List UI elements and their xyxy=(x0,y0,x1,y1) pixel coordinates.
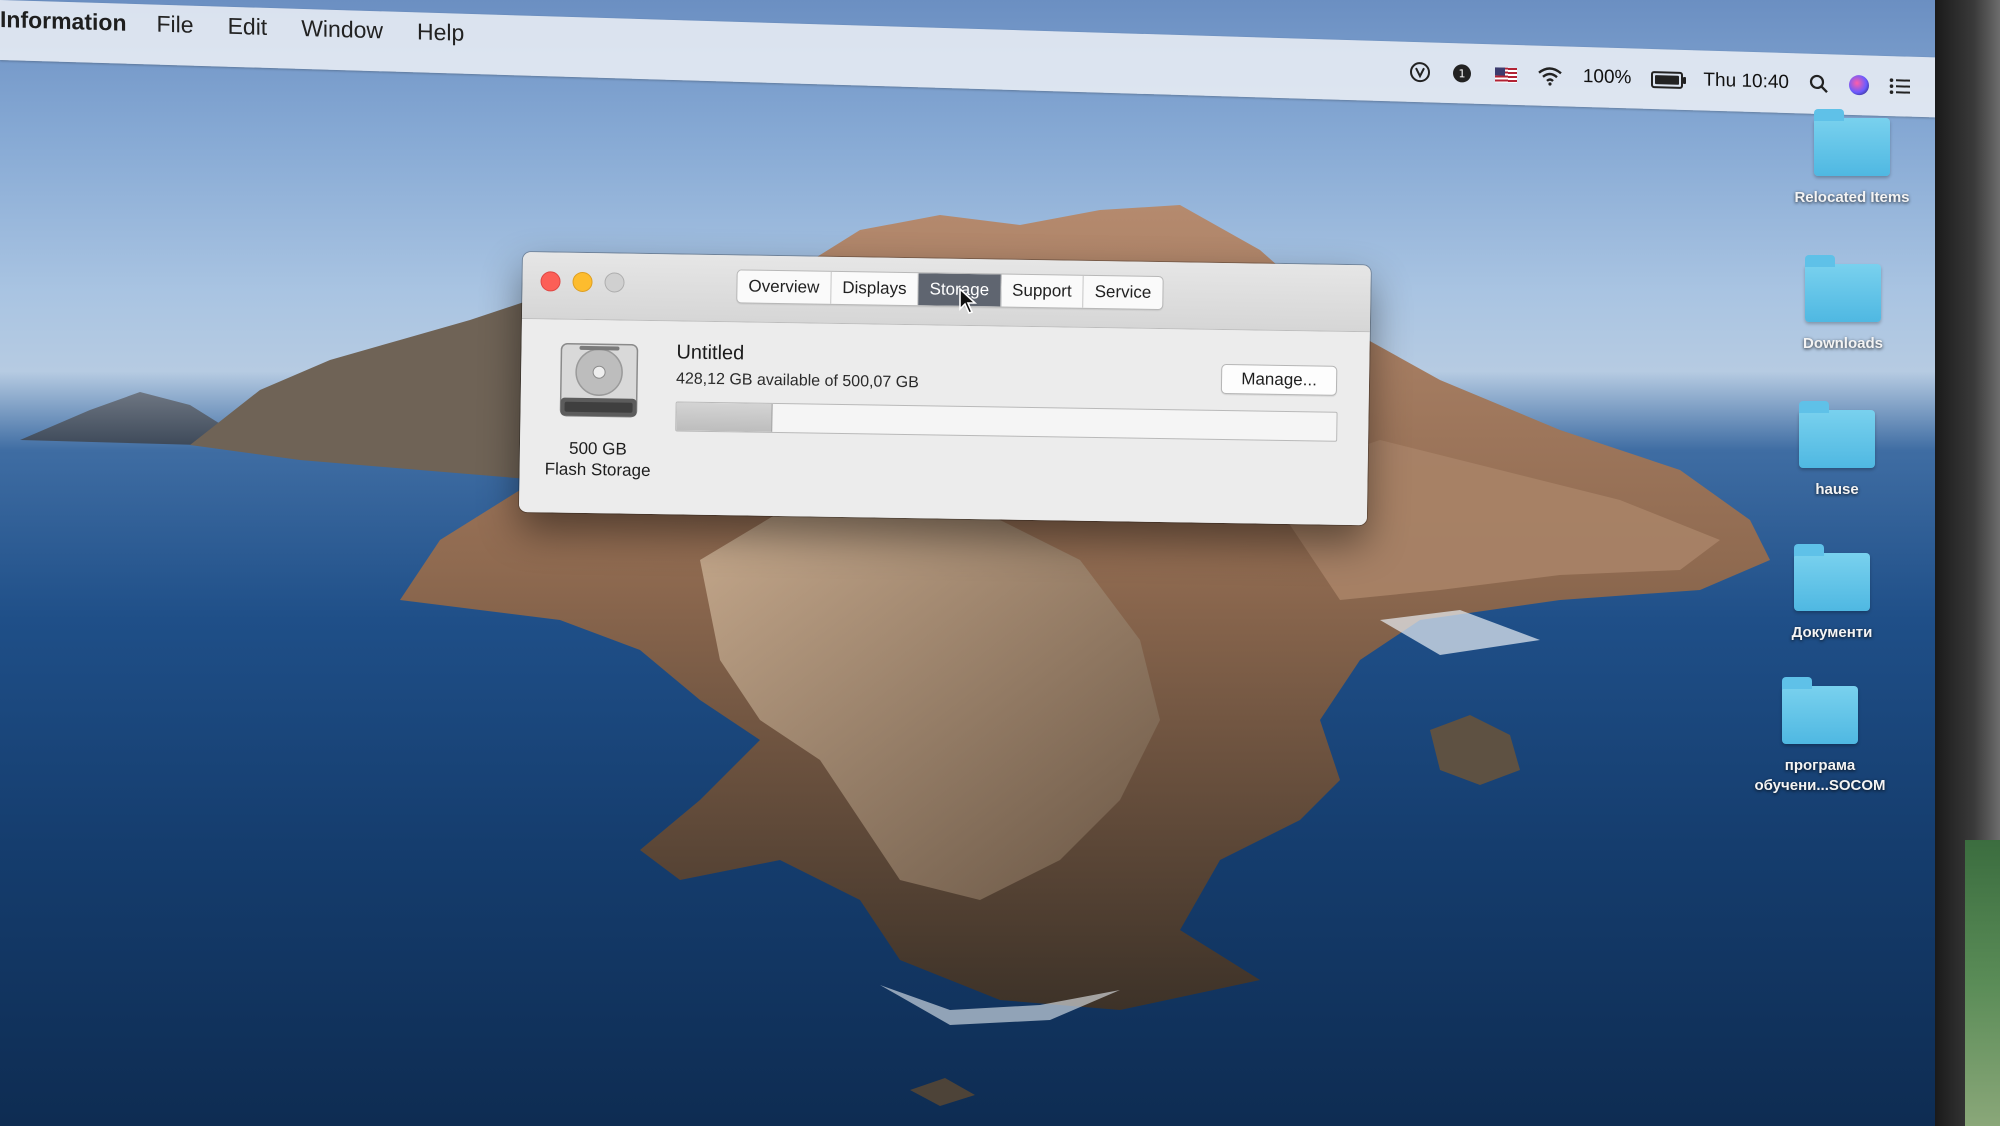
about-window: Overview Displays Storage Support Servic… xyxy=(518,252,1371,526)
menu-edit[interactable]: Edit xyxy=(228,12,268,40)
storage-used-segment xyxy=(676,402,773,432)
close-window-button[interactable] xyxy=(540,271,561,292)
desktop-item-label: Документи xyxy=(1791,624,1873,641)
siri-icon[interactable] xyxy=(1849,74,1869,96)
desktop-item-label: Relocated Items xyxy=(1794,189,1910,206)
zoom-window-button[interactable] xyxy=(604,272,625,293)
menu-clock[interactable]: Thu 10:40 xyxy=(1703,70,1789,95)
us-flag-input-icon[interactable] xyxy=(1494,66,1517,83)
storage-panel: 500 GB Flash Storage Untitled 428,12 GB … xyxy=(518,318,1370,526)
desktop-item-label: hause xyxy=(1815,481,1859,498)
minimize-window-button[interactable] xyxy=(572,271,593,293)
tab-support[interactable]: Support xyxy=(1000,274,1084,308)
folder-icon xyxy=(1805,255,1881,322)
desktop-screen: Information File Edit Window Help 1 100%… xyxy=(0,0,1935,1126)
folder-icon xyxy=(1782,677,1858,744)
spotlight-search-icon[interactable] xyxy=(1809,74,1829,95)
wifi-icon[interactable] xyxy=(1537,66,1563,87)
menu-file[interactable]: File xyxy=(157,10,194,38)
disk-caption: 500 GB Flash Storage xyxy=(527,437,668,481)
desktop-item-label: програма обучени...SOCOM xyxy=(1754,757,1886,794)
battery-icon[interactable] xyxy=(1651,70,1684,89)
notification-center-icon[interactable] xyxy=(1889,77,1911,96)
laptop-bezel xyxy=(1935,0,2000,1126)
disk-type: Flash Storage xyxy=(544,459,651,481)
badge-count: 1 xyxy=(1458,67,1465,80)
notification-badge-icon[interactable]: 1 xyxy=(1451,62,1475,85)
manage-button[interactable]: Manage... xyxy=(1220,363,1338,396)
folder-icon xyxy=(1814,109,1890,176)
vpn-icon[interactable] xyxy=(1409,61,1431,84)
volume-availability: 428,12 GB available of 500,07 GB xyxy=(675,370,919,392)
desktop-item-hause[interactable]: hause xyxy=(1762,401,1912,500)
desktop-item-downloads[interactable]: Downloads xyxy=(1768,255,1918,354)
disk-capacity: 500 GB xyxy=(568,438,627,459)
folder-icon xyxy=(1799,401,1875,468)
desktop-item-relocated-items[interactable]: Relocated Items xyxy=(1777,109,1927,208)
hard-drive-icon xyxy=(559,342,639,418)
volume-name: Untitled xyxy=(676,341,745,365)
mouse-pointer-icon xyxy=(959,287,978,314)
battery-percent[interactable]: 100% xyxy=(1583,66,1632,89)
folder-icon xyxy=(1794,544,1870,611)
desktop-item-documents[interactable]: Документи xyxy=(1757,544,1907,643)
desktop-item-program[interactable]: програма обучени...SOCOM xyxy=(1745,677,1895,796)
desktop-item-label: Downloads xyxy=(1802,335,1883,352)
tab-displays[interactable]: Displays xyxy=(831,271,919,306)
wallpaper-landscape xyxy=(20,205,1770,1106)
tab-overview[interactable]: Overview xyxy=(737,270,832,304)
app-menu[interactable]: Information xyxy=(0,6,127,37)
tab-bar: Overview Displays Storage Support Servic… xyxy=(736,269,1164,311)
tab-service[interactable]: Service xyxy=(1083,276,1162,309)
storage-usage-bar xyxy=(675,401,1338,442)
menu-window[interactable]: Window xyxy=(301,14,383,43)
menu-help[interactable]: Help xyxy=(417,18,464,46)
